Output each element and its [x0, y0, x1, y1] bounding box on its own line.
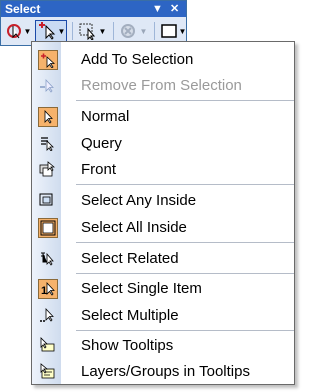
menu-item-label: Layers/Groups in Tooltips: [81, 362, 250, 380]
select-toolbar-window: Select ▼ ✕ ▼ ▼ ▼ ▼ ▼: [0, 0, 187, 46]
select-elements-tool-icon: [38, 22, 55, 40]
normal-pointer-icon: [38, 107, 58, 127]
menu-separator: [76, 242, 294, 243]
menu-item-label: Remove From Selection: [81, 76, 242, 94]
menu-item-select-single-item[interactable]: 1 Select Single Item: [32, 275, 294, 301]
chevron-down-icon: ▼: [57, 26, 66, 36]
toolbar-options-dropdown[interactable]: ▼: [152, 1, 163, 17]
svg-text:1: 1: [41, 285, 47, 297]
chevron-down-icon: ▼: [98, 26, 107, 36]
toolbar-separator: [72, 22, 73, 40]
toolbar-buttons: ▼ ▼ ▼ ▼ ▼: [3, 19, 190, 43]
show-tooltips-icon: [38, 336, 56, 354]
toolbar-title-bar[interactable]: Select ▼ ✕: [1, 1, 186, 17]
toolbar-separator: [154, 22, 155, 40]
select-mode-menu: Add To Selection Remove From Selection N…: [31, 41, 295, 385]
toolbar-title: Select: [5, 2, 41, 16]
menu-item-label: Select All Inside: [81, 218, 187, 236]
select-any-inside-icon: [38, 191, 56, 209]
menu-item-show-tooltips[interactable]: Show Tooltips: [32, 332, 294, 358]
menu-item-front[interactable]: Front: [32, 156, 294, 182]
menu-item-label: Front: [81, 160, 117, 178]
menu-separator: [76, 100, 294, 101]
menu-item-select-multiple[interactable]: Select Multiple: [32, 302, 294, 328]
select-box-button[interactable]: ▼: [158, 20, 188, 42]
select-elements-button[interactable]: ▼: [35, 20, 67, 42]
menu-item-label: Add To Selection: [81, 50, 194, 68]
menu-item-label: Select Single Item: [81, 279, 202, 297]
menu-item-select-related[interactable]: Select Related: [32, 245, 294, 271]
menu-item-select-any-inside[interactable]: Select Any Inside: [32, 187, 294, 213]
select-rectangle-button[interactable]: ▼: [76, 20, 108, 42]
layers-groups-tooltips-icon: [38, 362, 56, 380]
chevron-down-icon: ▼: [139, 26, 148, 36]
select-related-icon: [38, 249, 56, 267]
select-box-tool-icon: [160, 24, 177, 38]
menu-separator: [76, 184, 294, 185]
select-multiple-icon: [38, 306, 56, 324]
menu-separator: [76, 273, 294, 274]
select-features-button[interactable]: ▼: [3, 20, 33, 42]
toolbar-separator: [113, 22, 114, 40]
chevron-down-icon: ▼: [23, 26, 32, 36]
add-to-selection-icon: [38, 50, 58, 70]
menu-item-label: Select Related: [81, 249, 179, 267]
menu-item-layers-groups-in-tooltips[interactable]: Layers/Groups in Tooltips: [32, 358, 294, 384]
front-icon: [38, 160, 56, 178]
menu-item-label: Select Any Inside: [81, 191, 197, 209]
menu-item-add-to-selection[interactable]: Add To Selection: [32, 46, 294, 72]
select-features-tool-icon: [6, 24, 21, 39]
chevron-down-icon: ▼: [178, 26, 187, 36]
select-single-item-icon: 1: [38, 279, 58, 299]
menu-item-label: Select Multiple: [81, 306, 179, 324]
close-icon[interactable]: ✕: [170, 1, 179, 17]
menu-item-normal[interactable]: Normal: [32, 103, 294, 129]
menu-item-label: Query: [81, 134, 122, 152]
select-rectangle-tool-icon: [79, 23, 95, 40]
menu-item-label: Normal: [81, 107, 130, 125]
menu-separator: [76, 330, 294, 331]
select-all-inside-icon: [38, 218, 58, 238]
menu-item-remove-from-selection: Remove From Selection: [32, 72, 294, 98]
menu-item-select-all-inside[interactable]: Select All Inside: [32, 214, 294, 240]
menu-item-label: Show Tooltips: [81, 336, 174, 354]
clear-selection-button: ▼: [117, 20, 149, 42]
remove-from-selection-icon: [38, 76, 56, 94]
clear-selection-tool-icon: [120, 24, 135, 38]
menu-item-query[interactable]: Query: [32, 130, 294, 156]
query-icon: [38, 134, 56, 152]
